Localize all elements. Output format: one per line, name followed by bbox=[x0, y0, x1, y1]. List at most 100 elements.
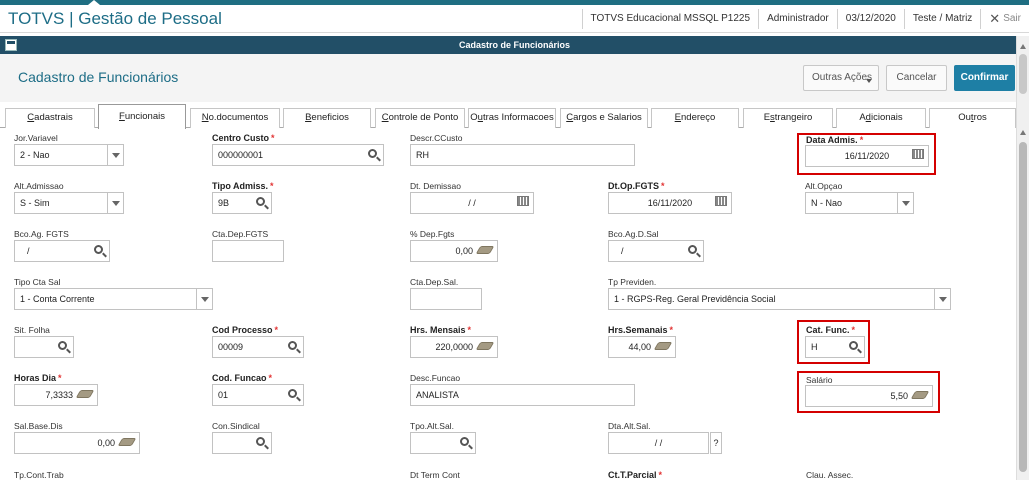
confirm-button[interactable]: Confirmar bbox=[954, 65, 1015, 91]
search-icon[interactable] bbox=[253, 196, 267, 210]
bco-ag-d-sal-value: / bbox=[621, 246, 624, 256]
dt-op-fgts-input[interactable]: 16/11/2020 bbox=[608, 192, 732, 214]
hrs-semanais-value: 44,00 bbox=[628, 342, 651, 352]
label-cta-dep-sal: Cta.Dep.Sal. bbox=[410, 277, 459, 287]
chevron-down-icon[interactable] bbox=[897, 193, 913, 213]
cat-func-input[interactable]: H bbox=[805, 336, 865, 358]
search-icon[interactable] bbox=[365, 148, 379, 162]
window-titlebar: Cadastro de Funcionários bbox=[0, 36, 1029, 54]
tab-outras-informacoes[interactable]: Outras Informacoes bbox=[468, 108, 556, 128]
desc-funcao-input[interactable]: ANALISTA bbox=[410, 384, 635, 406]
tab-funcionais[interactable]: Funcionais bbox=[98, 104, 186, 129]
horas-dia-input[interactable]: 7,3333 bbox=[14, 384, 98, 406]
cod-processo-input[interactable]: 00009 bbox=[212, 336, 304, 358]
descr-ccusto-input[interactable]: RH bbox=[410, 144, 635, 166]
hrs-semanais-input[interactable]: 44,00 bbox=[608, 336, 676, 358]
tpo-alt-sal-input[interactable] bbox=[410, 432, 476, 454]
date-label[interactable]: 03/12/2020 bbox=[836, 9, 904, 29]
cat-func-value: H bbox=[811, 342, 818, 352]
calculator-icon[interactable] bbox=[910, 389, 930, 403]
calculator-icon[interactable] bbox=[475, 244, 495, 258]
tp-previden-select[interactable]: 1 - RGPS-Reg. Geral Previdência Social bbox=[608, 288, 951, 310]
chevron-down-icon[interactable] bbox=[196, 289, 212, 309]
vertical-scrollbar[interactable] bbox=[1016, 36, 1029, 480]
calculator-icon[interactable] bbox=[75, 388, 95, 402]
tab-endereco[interactable]: Endereço bbox=[651, 108, 739, 128]
company-label[interactable]: Teste / Matriz bbox=[903, 9, 980, 29]
tab-cargos-e-salarios[interactable]: Cargos e Salarios bbox=[560, 108, 648, 128]
jor-variavel-select[interactable]: 2 - Nao bbox=[14, 144, 124, 166]
scroll-up-icon[interactable] bbox=[1020, 130, 1026, 135]
scroll-thumb[interactable] bbox=[1019, 142, 1027, 472]
tp-previden-value: 1 - RGPS-Reg. Geral Previdência Social bbox=[614, 294, 776, 304]
calculator-icon[interactable] bbox=[475, 340, 495, 354]
cta-dep-fgts-input[interactable] bbox=[212, 240, 284, 262]
calendar-icon[interactable] bbox=[911, 149, 925, 163]
calendar-icon[interactable] bbox=[714, 196, 728, 210]
con-sindical-input[interactable] bbox=[212, 432, 272, 454]
other-actions-button[interactable]: Outras Ações bbox=[803, 65, 879, 91]
cta-dep-sal-input[interactable] bbox=[410, 288, 482, 310]
chevron-down-icon[interactable] bbox=[934, 289, 950, 309]
session-info: TOTVS Educacional MSSQL P1225 Administra… bbox=[581, 5, 1029, 33]
cod-funcao-input[interactable]: 01 bbox=[212, 384, 304, 406]
alt-admissao-select[interactable]: S - Sim bbox=[14, 192, 124, 214]
tab-cadastrais[interactable]: Cadastrais bbox=[5, 108, 95, 128]
tab-estrangeiro[interactable]: Estrangeiro bbox=[743, 108, 833, 128]
sit-folha-input[interactable] bbox=[14, 336, 74, 358]
hrs-mensais-input[interactable]: 220,0000 bbox=[410, 336, 498, 358]
outer-scroll-thumb[interactable] bbox=[1019, 54, 1027, 94]
dta-alt-sal-input[interactable]: / / bbox=[608, 432, 709, 454]
search-icon[interactable] bbox=[55, 340, 69, 354]
label-con-sindical: Con.Sindical bbox=[212, 421, 260, 431]
dt-demissao-input[interactable]: / / bbox=[410, 192, 534, 214]
search-icon[interactable] bbox=[285, 388, 299, 402]
data-admis-input[interactable]: 16/11/2020 bbox=[805, 145, 929, 167]
chevron-down-icon[interactable] bbox=[107, 193, 123, 213]
pct-dep-fgts-input[interactable]: 0,00 bbox=[410, 240, 498, 262]
tipo-cta-sal-select[interactable]: 1 - Conta Corrente bbox=[14, 288, 213, 310]
window-icon[interactable] bbox=[5, 39, 17, 51]
tab-beneficios[interactable]: Beneficios bbox=[283, 108, 371, 128]
window-title: Cadastro de Funcionários bbox=[458, 40, 571, 50]
search-icon[interactable] bbox=[457, 436, 471, 450]
label-tipo-admiss: Tipo Admiss. * bbox=[212, 181, 274, 191]
tipo-cta-sal-value: 1 - Conta Corrente bbox=[20, 294, 95, 304]
tab-outros[interactable]: Outros bbox=[929, 108, 1016, 128]
calendar-icon[interactable] bbox=[516, 196, 530, 210]
logout-label: Sair bbox=[1003, 13, 1021, 24]
calculator-icon[interactable] bbox=[117, 436, 137, 450]
tab-bar: Cadastrais Funcionais No.documentos Bene… bbox=[0, 104, 1016, 129]
salario-input[interactable]: 5,50 bbox=[805, 385, 933, 407]
logout-button[interactable]: ✕ Sair bbox=[980, 9, 1029, 29]
label-sit-folha: Sit. Folha bbox=[14, 325, 50, 335]
search-icon[interactable] bbox=[685, 244, 699, 258]
label-cat-func: Cat. Func. * bbox=[806, 325, 856, 335]
label-jor-variavel: Jor.Variavel bbox=[14, 133, 58, 143]
search-icon[interactable] bbox=[91, 244, 105, 258]
centro-custo-value: 000000001 bbox=[218, 150, 264, 160]
sal-base-dis-input[interactable]: 0,00 bbox=[14, 432, 140, 454]
help-button[interactable]: ? bbox=[710, 432, 722, 454]
tab-adicionais[interactable]: Adicionais bbox=[836, 108, 926, 128]
user-label[interactable]: Administrador bbox=[758, 9, 837, 29]
sal-base-dis-value: 0,00 bbox=[97, 438, 115, 448]
label-centro-custo: Centro Custo * bbox=[212, 133, 275, 143]
chevron-down-icon[interactable] bbox=[107, 145, 123, 165]
search-icon[interactable] bbox=[846, 340, 860, 354]
tab-controle-de-ponto[interactable]: Controle de Ponto bbox=[375, 108, 465, 128]
bco-ag-fgts-input[interactable]: / bbox=[14, 240, 110, 262]
scroll-up-icon[interactable] bbox=[1020, 44, 1026, 49]
environment-label[interactable]: TOTVS Educacional MSSQL P1225 bbox=[581, 9, 759, 29]
search-icon[interactable] bbox=[285, 340, 299, 354]
cancel-button[interactable]: Cancelar bbox=[886, 65, 947, 91]
bco-ag-d-sal-input[interactable]: / bbox=[608, 240, 704, 262]
centro-custo-input[interactable]: 000000001 bbox=[212, 144, 384, 166]
alt-opcao-select[interactable]: N - Nao bbox=[805, 192, 914, 214]
tipo-admiss-input[interactable]: 9B bbox=[212, 192, 272, 214]
label-dt-op-fgts: Dt.Op.FGTS * bbox=[608, 181, 665, 191]
label-alt-opcao: Alt.Opçao bbox=[805, 181, 843, 191]
search-icon[interactable] bbox=[253, 436, 267, 450]
calculator-icon[interactable] bbox=[653, 340, 673, 354]
tab-no-documentos[interactable]: No.documentos bbox=[190, 108, 280, 128]
